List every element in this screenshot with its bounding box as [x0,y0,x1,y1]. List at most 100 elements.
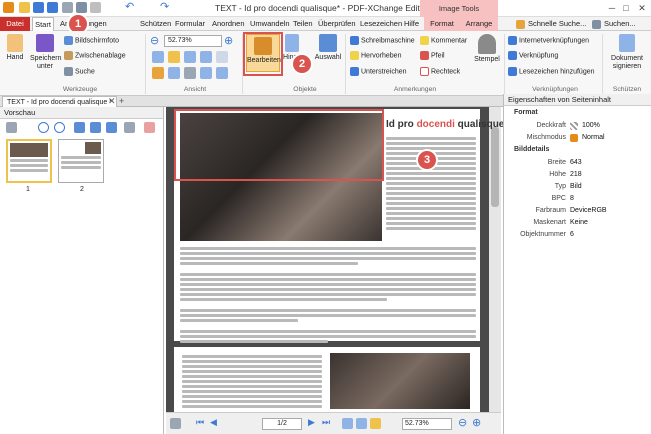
fit-width-icon[interactable] [168,51,180,63]
opacity-value[interactable]: 100% [570,120,600,131]
property-row: Farbraum DeviceRGB [504,205,651,216]
thumbnail-image [10,143,48,157]
image-details-section-header[interactable]: Bilddetails [504,145,651,155]
print-icon[interactable] [62,2,73,13]
zoom-tool-icon[interactable] [168,67,180,79]
maximize-button[interactable]: □ [620,2,632,14]
last-page-icon[interactable]: ⏭ [322,417,330,428]
page-thumbnail-2[interactable] [58,139,104,183]
search-label: Suchen... [604,19,636,28]
scrollbar-thumb[interactable] [491,127,499,207]
tab-umwandeln[interactable]: Umwandeln [250,17,290,31]
property-row: Breite 643 [504,157,651,168]
next-page-icon[interactable]: ▶ [308,417,315,428]
search-icon [592,20,601,29]
quick-search-button[interactable]: Schnelle Suche... [514,17,586,31]
save-as-large-icon [36,34,54,52]
fit-page-icon[interactable] [152,51,164,63]
tab-teilen[interactable]: Teilen [293,17,313,31]
single-page-view-icon[interactable] [342,418,353,429]
internet-links-button[interactable]: Internetverknüpfungen [508,36,589,45]
zoom-in-icon[interactable]: ⊕ [224,35,238,47]
save-as-icon[interactable] [47,2,58,13]
tab-format[interactable]: Format [424,17,460,31]
zoom-input[interactable]: 52.73% [164,35,222,47]
options-icon[interactable] [6,122,17,133]
redo-icon[interactable]: ↷ [160,2,171,13]
comment-button[interactable]: Kommentar [420,36,467,45]
page2-portrait-image[interactable] [330,353,470,409]
extract-page-icon[interactable] [106,122,117,133]
edit-layout-icon[interactable] [216,67,228,79]
hand-tool-button[interactable]: Hand [4,34,26,61]
arrow-button[interactable]: Pfeil [420,51,445,60]
status-zoom-out-icon[interactable]: ⊖ [458,416,467,429]
format-section-header[interactable]: Format [504,108,651,118]
email-icon[interactable] [76,2,87,13]
thumbnails-panel: Vorschau 1 2 [0,107,164,434]
group-separator [602,34,603,94]
highlight-button[interactable]: Hervorheben [350,51,401,60]
tab-start[interactable]: Start [32,17,54,31]
search-tool-button[interactable]: Suche [64,67,95,76]
close-button[interactable]: ✕ [636,2,648,14]
save-as-button[interactable]: Speichern unter [30,34,62,71]
delete-page-icon[interactable] [144,122,155,133]
page-properties-icon[interactable] [90,122,101,133]
tab-lesezeichen[interactable]: Lesezeichen [360,17,402,31]
save-icon[interactable] [33,2,44,13]
select-button[interactable]: Auswahl [314,34,342,61]
insert-page-icon[interactable] [74,122,85,133]
open-folder-icon[interactable] [19,2,30,13]
zoom-in-thumb-icon[interactable] [54,122,65,133]
customize-icon[interactable] [90,2,101,13]
clipboard-button[interactable]: Zwischenablage [64,51,126,60]
blend-mode-row[interactable]: Mischmodus Normal [504,132,651,143]
new-tab-icon[interactable]: + [119,96,124,107]
rotate-icon[interactable] [216,51,228,63]
zoom-out-icon[interactable]: ⊖ [150,35,164,47]
select-text-icon[interactable] [152,67,164,79]
close-tab-icon[interactable]: ✕ [108,96,116,107]
rectangle-button[interactable]: Rechteck [420,67,460,76]
page-layout-icon[interactable] [200,67,212,79]
link-button[interactable]: Verknüpfung [508,51,558,60]
settings-icon[interactable] [170,418,181,429]
continuous-view-icon[interactable] [356,418,367,429]
tab-schuetzen[interactable]: Schützen [140,17,171,31]
actual-size-icon[interactable] [200,51,212,63]
snapshot-button[interactable]: Bildschirmfoto [64,36,119,45]
vertical-scrollbar[interactable] [489,107,501,412]
quick-search-icon [516,20,525,29]
tab-formular[interactable]: Formular [175,17,205,31]
tab-ueberpruefen[interactable]: Überprüfen [318,17,356,31]
facing-view-icon[interactable] [370,418,381,429]
status-zoom-in-icon[interactable]: ⊕ [472,416,481,429]
status-zoom-input[interactable]: 52.73% [402,418,452,430]
undo-icon[interactable]: ↶ [125,2,136,13]
tab-arrange[interactable]: Arrange [460,17,498,31]
save-as-label: Speichern unter [30,55,62,70]
prev-page-icon[interactable]: ◀ [210,417,217,428]
opacity-row[interactable]: Deckkraft 100% [504,120,651,131]
page-thumbnail-1[interactable] [6,139,52,183]
blend-mode-value[interactable]: Normal [570,132,605,143]
document-tab[interactable]: TEXT - Id pro docendi qualisque * [2,96,117,107]
first-page-icon[interactable]: ⏮ [196,417,204,428]
rotate-page-icon[interactable] [124,122,135,133]
typewriter-button[interactable]: Schreibmaschine [350,36,415,45]
underline-button[interactable]: Unterstreichen [350,67,407,76]
page-number-input[interactable]: 1/2 [262,418,302,430]
tab-hilfe[interactable]: Hilfe [404,17,419,31]
sign-document-button[interactable]: Dokument signieren [605,34,649,71]
paperclip-icon[interactable] [184,67,196,79]
search-button[interactable]: Suchen... [590,17,636,31]
snapshot-label: Bildschirmfoto [75,37,119,45]
minimize-button[interactable]: ─ [606,2,618,14]
tab-anordnen[interactable]: Anordnen [212,17,245,31]
fit-visible-icon[interactable] [184,51,196,63]
zoom-out-thumb-icon[interactable] [38,122,49,133]
add-bookmark-button[interactable]: Lesezeichen hinzufügen [508,67,595,76]
stamp-button[interactable]: Stempel [472,34,502,63]
tab-datei[interactable]: Datei [0,17,30,31]
